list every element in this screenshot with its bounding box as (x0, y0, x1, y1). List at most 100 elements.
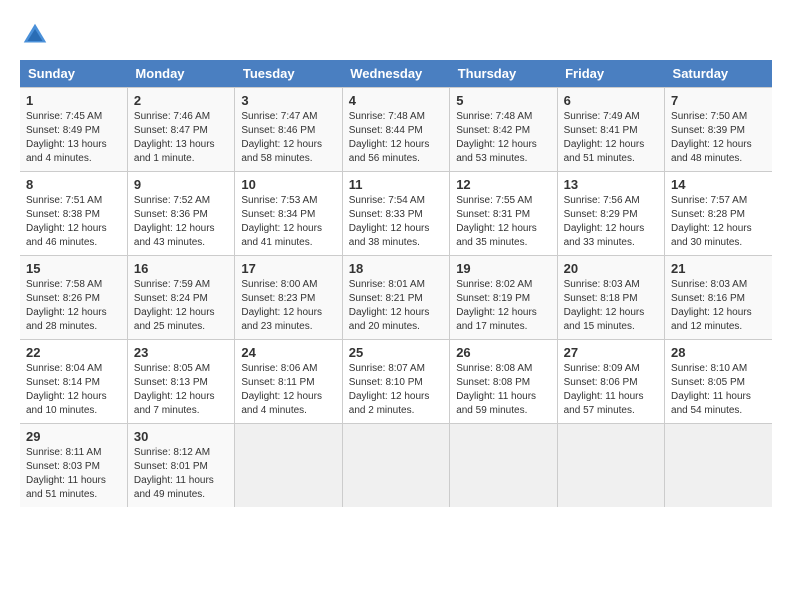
calendar-cell: 20 Sunrise: 8:03 AM Sunset: 8:18 PM Dayli… (557, 256, 664, 340)
day-number: 3 (241, 93, 335, 108)
calendar-cell: 16 Sunrise: 7:59 AM Sunset: 8:24 PM Dayli… (127, 256, 234, 340)
day-number: 28 (671, 345, 766, 360)
day-number: 25 (349, 345, 443, 360)
calendar-cell: 22Sunrise: 8:04 AM Sunset: 8:14 PM Dayli… (20, 340, 127, 424)
day-info: Sunrise: 7:56 AM Sunset: 8:29 PM Dayligh… (564, 194, 658, 250)
day-number: 2 (134, 93, 228, 108)
day-number: 29 (26, 429, 121, 444)
day-number: 7 (671, 93, 766, 108)
day-info: Sunrise: 7:49 AM Sunset: 8:41 PM Dayligh… (564, 110, 658, 166)
day-number: 11 (349, 177, 443, 192)
day-header-thursday: Thursday (450, 60, 557, 88)
day-number: 22 (26, 345, 121, 360)
logo (20, 20, 56, 50)
day-info: Sunrise: 8:06 AM Sunset: 8:11 PM Dayligh… (241, 362, 335, 418)
calendar-cell: 8Sunrise: 7:51 AM Sunset: 8:38 PM Daylig… (20, 172, 127, 256)
day-header-tuesday: Tuesday (235, 60, 342, 88)
day-info: Sunrise: 8:05 AM Sunset: 8:13 PM Dayligh… (134, 362, 228, 418)
calendar-cell: 27 Sunrise: 8:09 AM Sunset: 8:06 PM Dayli… (557, 340, 664, 424)
calendar-cell (665, 424, 772, 508)
day-header-friday: Friday (557, 60, 664, 88)
calendar-cell: 29 Sunrise: 8:11 AM Sunset: 8:03 PM Dayli… (20, 424, 127, 508)
calendar-cell: 1 Sunrise: 7:45 AM Sunset: 8:49 PM Daylig… (20, 88, 127, 172)
day-info: Sunrise: 8:12 AM Sunset: 8:01 PM Dayligh… (134, 446, 228, 502)
day-info: Sunrise: 7:54 AM Sunset: 8:33 PM Dayligh… (349, 194, 443, 250)
calendar-cell (342, 424, 449, 508)
day-info: Sunrise: 8:02 AM Sunset: 8:19 PM Dayligh… (456, 278, 550, 334)
calendar-cell: 3 Sunrise: 7:47 AM Sunset: 8:46 PM Daylig… (235, 88, 342, 172)
calendar-cell: 24 Sunrise: 8:06 AM Sunset: 8:11 PM Dayli… (235, 340, 342, 424)
calendar-cell: 28 Sunrise: 8:10 AM Sunset: 8:05 PM Dayli… (665, 340, 772, 424)
calendar-cell: 9Sunrise: 7:52 AM Sunset: 8:36 PM Daylig… (127, 172, 234, 256)
day-number: 20 (564, 261, 658, 276)
header (20, 20, 772, 50)
day-info: Sunrise: 7:57 AM Sunset: 8:28 PM Dayligh… (671, 194, 766, 250)
day-info: Sunrise: 7:50 AM Sunset: 8:39 PM Dayligh… (671, 110, 766, 166)
calendar-cell: 10 Sunrise: 7:53 AM Sunset: 8:34 PM Dayli… (235, 172, 342, 256)
calendar-cell: 17Sunrise: 8:00 AM Sunset: 8:23 PM Dayli… (235, 256, 342, 340)
calendar-cell: 2 Sunrise: 7:46 AM Sunset: 8:47 PM Daylig… (127, 88, 234, 172)
day-number: 21 (671, 261, 766, 276)
day-info: Sunrise: 7:48 AM Sunset: 8:42 PM Dayligh… (456, 110, 550, 166)
day-info: Sunrise: 8:03 AM Sunset: 8:18 PM Dayligh… (564, 278, 658, 334)
day-number: 6 (564, 93, 658, 108)
calendar-cell: 4 Sunrise: 7:48 AM Sunset: 8:44 PM Daylig… (342, 88, 449, 172)
day-info: Sunrise: 8:11 AM Sunset: 8:03 PM Dayligh… (26, 446, 121, 502)
calendar-cell: 11 Sunrise: 7:54 AM Sunset: 8:33 PM Dayli… (342, 172, 449, 256)
calendar-cell (450, 424, 557, 508)
calendar-cell: 26 Sunrise: 8:08 AM Sunset: 8:08 PM Dayli… (450, 340, 557, 424)
day-info: Sunrise: 7:46 AM Sunset: 8:47 PM Dayligh… (134, 110, 228, 166)
day-info: Sunrise: 8:08 AM Sunset: 8:08 PM Dayligh… (456, 362, 550, 418)
day-number: 26 (456, 345, 550, 360)
day-number: 16 (134, 261, 228, 276)
day-number: 1 (26, 93, 121, 108)
calendar-header-row: SundayMondayTuesdayWednesdayThursdayFrid… (20, 60, 772, 88)
day-info: Sunrise: 8:03 AM Sunset: 8:16 PM Dayligh… (671, 278, 766, 334)
day-info: Sunrise: 7:58 AM Sunset: 8:26 PM Dayligh… (26, 278, 121, 334)
day-info: Sunrise: 7:55 AM Sunset: 8:31 PM Dayligh… (456, 194, 550, 250)
calendar-cell: 13 Sunrise: 7:56 AM Sunset: 8:29 PM Dayli… (557, 172, 664, 256)
calendar-cell: 15 Sunrise: 7:58 AM Sunset: 8:26 PM Dayli… (20, 256, 127, 340)
day-number: 5 (456, 93, 550, 108)
day-number: 23 (134, 345, 228, 360)
day-header-wednesday: Wednesday (342, 60, 449, 88)
day-number: 4 (349, 93, 443, 108)
calendar-cell: 21 Sunrise: 8:03 AM Sunset: 8:16 PM Dayli… (665, 256, 772, 340)
day-info: Sunrise: 8:09 AM Sunset: 8:06 PM Dayligh… (564, 362, 658, 418)
calendar-cell: 23 Sunrise: 8:05 AM Sunset: 8:13 PM Dayli… (127, 340, 234, 424)
day-info: Sunrise: 7:53 AM Sunset: 8:34 PM Dayligh… (241, 194, 335, 250)
day-info: Sunrise: 8:01 AM Sunset: 8:21 PM Dayligh… (349, 278, 443, 334)
day-info: Sunrise: 7:48 AM Sunset: 8:44 PM Dayligh… (349, 110, 443, 166)
day-number: 24 (241, 345, 335, 360)
calendar-cell (557, 424, 664, 508)
day-info: Sunrise: 8:10 AM Sunset: 8:05 PM Dayligh… (671, 362, 766, 418)
day-number: 27 (564, 345, 658, 360)
calendar-cell (235, 424, 342, 508)
calendar-week-4: 22Sunrise: 8:04 AM Sunset: 8:14 PM Dayli… (20, 340, 772, 424)
day-number: 14 (671, 177, 766, 192)
day-header-saturday: Saturday (665, 60, 772, 88)
day-number: 12 (456, 177, 550, 192)
calendar-cell: 14 Sunrise: 7:57 AM Sunset: 8:28 PM Dayli… (665, 172, 772, 256)
calendar-cell: 7 Sunrise: 7:50 AM Sunset: 8:39 PM Daylig… (665, 88, 772, 172)
day-number: 13 (564, 177, 658, 192)
day-info: Sunrise: 7:59 AM Sunset: 8:24 PM Dayligh… (134, 278, 228, 334)
day-info: Sunrise: 8:00 AM Sunset: 8:23 PM Dayligh… (241, 278, 335, 334)
day-header-sunday: Sunday (20, 60, 127, 88)
calendar-cell: 5 Sunrise: 7:48 AM Sunset: 8:42 PM Daylig… (450, 88, 557, 172)
day-info: Sunrise: 7:47 AM Sunset: 8:46 PM Dayligh… (241, 110, 335, 166)
calendar-cell: 18 Sunrise: 8:01 AM Sunset: 8:21 PM Dayli… (342, 256, 449, 340)
day-number: 10 (241, 177, 335, 192)
calendar-cell: 19Sunrise: 8:02 AM Sunset: 8:19 PM Dayli… (450, 256, 557, 340)
calendar-week-1: 1 Sunrise: 7:45 AM Sunset: 8:49 PM Daylig… (20, 88, 772, 172)
day-number: 15 (26, 261, 121, 276)
calendar-week-5: 29 Sunrise: 8:11 AM Sunset: 8:03 PM Dayli… (20, 424, 772, 508)
calendar-cell: 30 Sunrise: 8:12 AM Sunset: 8:01 PM Dayli… (127, 424, 234, 508)
calendar-week-2: 8Sunrise: 7:51 AM Sunset: 8:38 PM Daylig… (20, 172, 772, 256)
calendar-cell: 25Sunrise: 8:07 AM Sunset: 8:10 PM Dayli… (342, 340, 449, 424)
day-info: Sunrise: 7:45 AM Sunset: 8:49 PM Dayligh… (26, 110, 121, 166)
day-number: 30 (134, 429, 228, 444)
day-info: Sunrise: 7:51 AM Sunset: 8:38 PM Dayligh… (26, 194, 121, 250)
day-number: 18 (349, 261, 443, 276)
day-info: Sunrise: 7:52 AM Sunset: 8:36 PM Dayligh… (134, 194, 228, 250)
